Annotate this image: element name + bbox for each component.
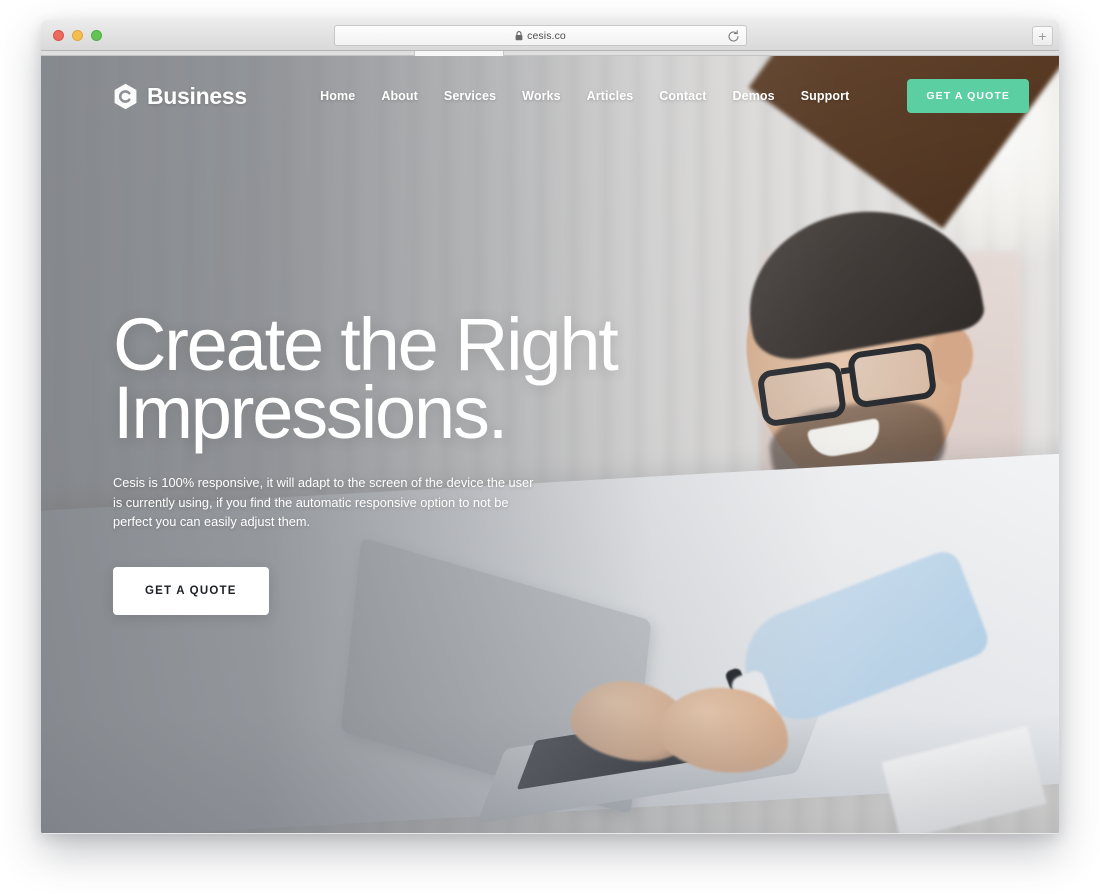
nav-item-works[interactable]: Works (522, 89, 560, 103)
brand-name: Business (147, 82, 247, 109)
site-header: Business Home About Services Works Artic… (41, 56, 1059, 136)
browser-titlebar: cesis.co + (41, 20, 1059, 51)
hero-title: Create the Right Impressions. (113, 303, 673, 455)
header-get-a-quote-button[interactable]: GET A QUOTE (907, 79, 1029, 113)
main-navigation: Home About Services Works Articles Conta… (320, 79, 1029, 113)
page-viewport: Business Home About Services Works Artic… (41, 56, 1059, 833)
nav-item-contact[interactable]: Contact (659, 89, 706, 103)
brand-logo[interactable]: Business (113, 83, 247, 110)
window-controls (53, 30, 102, 41)
address-bar-content: cesis.co (515, 30, 566, 42)
hero-subtitle: Cesis is 100% responsive, it will adapt … (113, 475, 534, 530)
url-text: cesis.co (527, 29, 566, 42)
hero-title-line-2: Impressions. (113, 371, 508, 455)
maximize-window-button[interactable] (91, 30, 102, 41)
minimize-window-button[interactable] (72, 30, 83, 41)
hero-title-line-1: Create the Right (113, 303, 619, 386)
new-tab-button[interactable]: + (1032, 26, 1053, 46)
address-bar[interactable]: cesis.co (334, 25, 747, 46)
nav-item-demos[interactable]: Demos (733, 89, 775, 103)
nav-item-services[interactable]: Services (444, 89, 496, 103)
browser-window: cesis.co + Business Home About Services … (41, 20, 1059, 834)
close-window-button[interactable] (53, 30, 64, 41)
nav-item-articles[interactable]: Articles (587, 89, 634, 103)
nav-item-home[interactable]: Home (320, 89, 355, 103)
hexagon-c-logo-icon (113, 83, 138, 110)
lock-icon (515, 30, 523, 41)
nav-item-support[interactable]: Support (801, 89, 850, 103)
nav-item-about[interactable]: About (381, 89, 418, 103)
hero-get-a-quote-button[interactable]: GET A QUOTE (113, 567, 269, 616)
reload-icon[interactable] (727, 30, 740, 43)
hero-content: Create the Right Impressions. Cesis is 1… (113, 303, 673, 616)
